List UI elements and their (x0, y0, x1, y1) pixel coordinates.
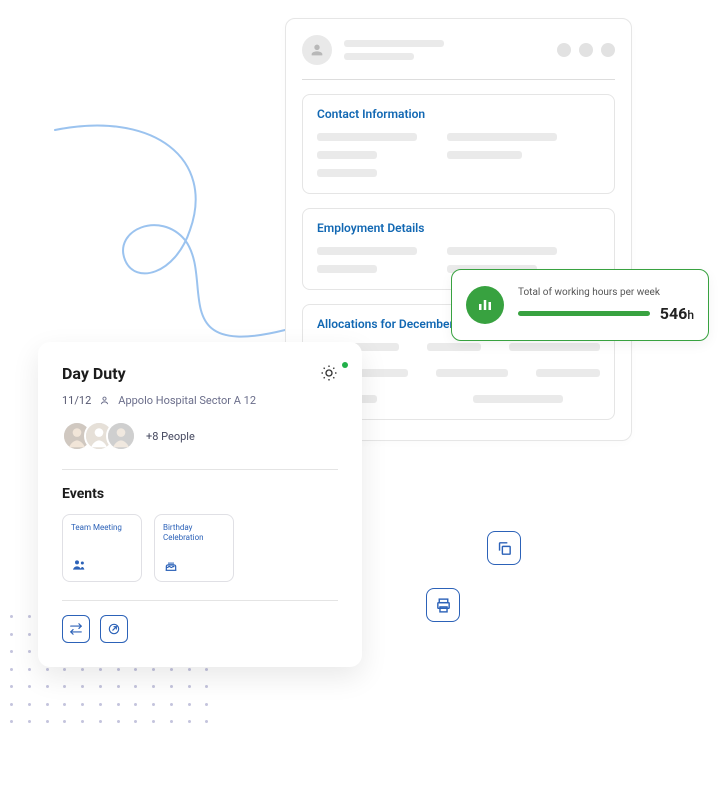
header-actions-placeholder (557, 43, 615, 57)
avatar (106, 421, 136, 451)
swap-button[interactable] (62, 615, 90, 643)
section-title-contact: Contact Information (317, 107, 600, 121)
copy-button[interactable] (487, 531, 521, 565)
duty-location: Appolo Hospital Sector A 12 (118, 394, 256, 407)
stat-value: 546h (660, 304, 694, 323)
event-label: Team Meeting (71, 523, 133, 533)
working-hours-stat: Total of working hours per week 546h (451, 269, 709, 341)
person-icon (99, 395, 110, 406)
event-team-meeting[interactable]: Team Meeting (62, 514, 142, 582)
people-icon (71, 557, 87, 573)
event-birthday[interactable]: Birthday Celebration (154, 514, 234, 582)
events-row: Team Meeting Birthday Celebration (62, 514, 338, 601)
skeleton-line (447, 151, 522, 159)
skeleton-line (344, 40, 444, 47)
chart-icon (466, 286, 504, 324)
external-icon (107, 622, 121, 636)
skeleton-line (447, 133, 557, 141)
skeleton-line (473, 395, 563, 403)
skeleton-line (317, 247, 417, 255)
day-status (320, 364, 338, 386)
status-dot (342, 362, 348, 368)
skeleton-line (427, 343, 481, 351)
share-button[interactable] (100, 615, 128, 643)
avatar-stack (62, 421, 136, 451)
skeleton-line (317, 265, 377, 273)
decorative-squiggle (35, 100, 315, 360)
printer-icon (435, 597, 452, 614)
more-people-label: +8 People (146, 430, 195, 443)
stat-progress-bar (518, 311, 650, 316)
avatar-icon (302, 35, 332, 65)
print-button[interactable] (426, 588, 460, 622)
swap-icon (69, 622, 83, 636)
skeleton-line (509, 343, 600, 351)
cake-icon (163, 557, 179, 573)
skeleton-line (317, 169, 377, 177)
copy-icon (496, 540, 513, 557)
sun-icon (320, 364, 338, 382)
section-title-employment: Employment Details (317, 221, 600, 235)
duty-date: 11/12 (62, 394, 91, 407)
skeleton-line (317, 133, 417, 141)
skeleton-line (344, 53, 414, 60)
event-label: Birthday Celebration (163, 523, 225, 544)
skeleton-line (436, 369, 509, 377)
duty-title: Day Duty (62, 364, 126, 383)
contact-section: Contact Information (302, 94, 615, 194)
skeleton-line (447, 247, 557, 255)
skeleton-line (536, 369, 600, 377)
duty-card: Day Duty 11/12 Appolo Hospital Sector A … (38, 342, 362, 667)
events-heading: Events (62, 486, 338, 502)
skeleton-line (317, 151, 377, 159)
stat-label: Total of working hours per week (518, 287, 694, 298)
profile-header (302, 35, 615, 80)
